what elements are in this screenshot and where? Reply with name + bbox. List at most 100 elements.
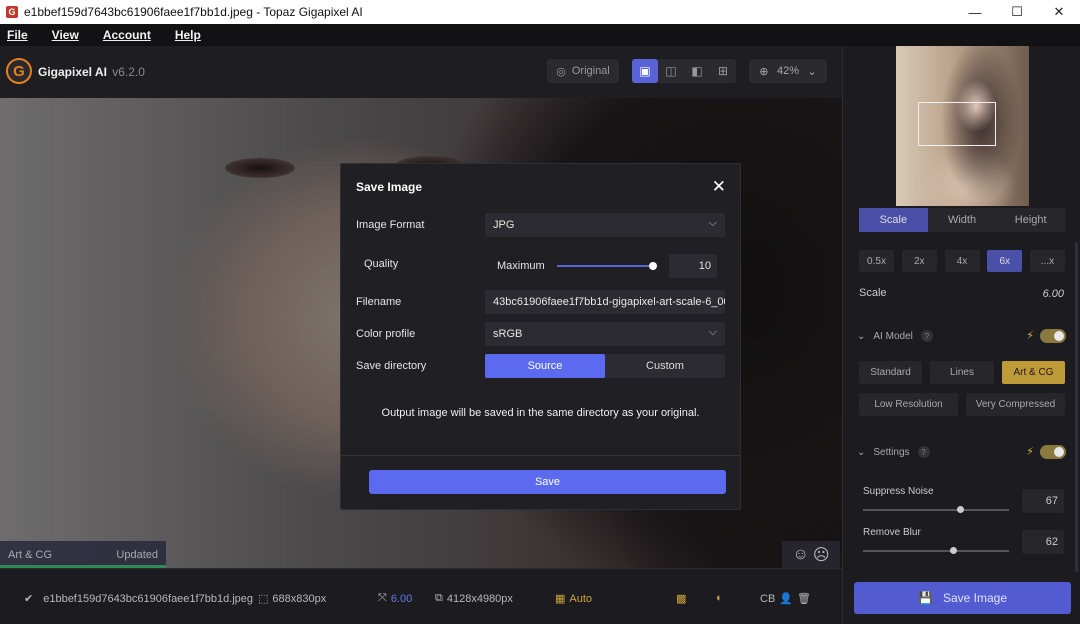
- chevron-down-icon: ⌵: [708, 217, 717, 229]
- tab-width[interactable]: Width: [928, 208, 997, 232]
- model-art-cg-button[interactable]: Art & CG: [1002, 361, 1065, 384]
- trash-icon[interactable]: 🗑: [797, 592, 811, 605]
- dialog-title: Save Image: [356, 180, 423, 194]
- close-window-button[interactable]: ✕: [1038, 0, 1080, 24]
- directory-toggle: Source Custom: [485, 354, 725, 378]
- save-image-dialog: Save Image ✕ Image Format JPG ⌵ Quality …: [340, 163, 741, 510]
- quality-label: Quality: [364, 258, 399, 270]
- save-image-button[interactable]: 💾 Save Image: [854, 582, 1071, 614]
- ai-model-header[interactable]: ⌄ AI Model ?: [857, 330, 933, 342]
- navigator-thumbnail[interactable]: [896, 46, 1029, 206]
- output-image-icon: ⧉: [435, 592, 443, 604]
- help-icon[interactable]: ?: [917, 446, 930, 458]
- tab-height[interactable]: Height: [996, 208, 1065, 232]
- color-icon-box[interactable]: ▩: [676, 592, 686, 605]
- auto-label: Auto: [569, 592, 593, 605]
- brand-version: v6.2.0: [112, 65, 145, 79]
- model-very-compressed-button[interactable]: Very Compressed: [966, 393, 1065, 416]
- window-title: e1bbef159d7643bc61906faee1f7bb1d.jpeg - …: [24, 5, 363, 19]
- remove-blur-slider[interactable]: [863, 547, 1009, 554]
- settings-panel: Scale Width Height 0.5x 2x 4x 6x ...x Sc…: [842, 46, 1080, 624]
- panel-scrollbar[interactable]: [1075, 242, 1078, 572]
- zoom-icon: ⊕: [759, 65, 769, 78]
- menu-help[interactable]: Help: [175, 28, 201, 42]
- grid-view-icon[interactable]: ⊞: [710, 59, 736, 83]
- filename-input[interactable]: 43bc61906faee1f7bb1d-gigapixel-art-scale…: [485, 290, 725, 314]
- toolbar: G Gigapixel AI v6.2.0 ◎ Original ▣ ◫ ◧ ⊞…: [0, 46, 842, 98]
- suppress-noise-input[interactable]: 67: [1022, 489, 1064, 513]
- scale-option-6x[interactable]: 6x: [987, 250, 1023, 272]
- save-button[interactable]: Save: [369, 470, 726, 494]
- scale-option-4x[interactable]: 4x: [944, 250, 980, 272]
- original-toggle-button[interactable]: ◎ Original: [547, 59, 619, 83]
- scale-option-2x[interactable]: 2x: [901, 250, 937, 272]
- single-view-icon[interactable]: ▣: [632, 59, 658, 83]
- directory-source-button[interactable]: Source: [485, 354, 605, 378]
- maximize-button[interactable]: ☐: [996, 0, 1038, 24]
- format-select[interactable]: JPG ⌵: [485, 213, 725, 237]
- menu-account[interactable]: Account: [103, 28, 151, 42]
- scale-option-custom[interactable]: ...x: [1030, 250, 1065, 272]
- original-label: Original: [571, 65, 610, 77]
- brand-title: Gigapixel AI v6.2.0: [38, 65, 145, 79]
- floppy-disk-icon: 💾: [918, 591, 933, 605]
- minimize-button[interactable]: —: [954, 0, 996, 24]
- model-low-resolution-button[interactable]: Low Resolution: [859, 393, 958, 416]
- contrast-icon-box[interactable]: ◐: [716, 592, 723, 604]
- cb-indicator[interactable]: CB 👤 🗑: [760, 592, 811, 606]
- help-icon[interactable]: ?: [920, 330, 933, 342]
- split-view-icon[interactable]: ◫: [658, 59, 684, 83]
- scale-indicator: ⤧ 6.00: [378, 592, 412, 605]
- side-by-side-view-icon[interactable]: ◧: [684, 59, 710, 83]
- menu-view[interactable]: View: [52, 28, 79, 42]
- format-label: Image Format: [356, 219, 425, 231]
- directory-custom-button[interactable]: Custom: [605, 354, 725, 378]
- crop-icon: ⬚: [258, 593, 269, 605]
- face-recovery-icon[interactable]: 👤: [779, 592, 793, 605]
- save-location-note: Output image will be saved in the same d…: [381, 407, 700, 419]
- chevron-down-icon: ⌄: [857, 446, 866, 458]
- scale-indicator-value: 6.00: [390, 592, 413, 605]
- tab-scale[interactable]: Scale: [859, 208, 928, 232]
- neutral-face-icon[interactable]: ☹: [813, 545, 830, 565]
- badge-updated: Updated: [116, 548, 158, 561]
- auto-indicator[interactable]: ▦ Auto: [555, 592, 593, 606]
- badge-model: Art & CG: [8, 548, 53, 561]
- settings-header[interactable]: ⌄ Settings ?: [857, 446, 930, 458]
- directory-label: Save directory: [356, 360, 427, 372]
- feedback-box: ☺ ☹: [782, 541, 840, 568]
- quality-input[interactable]: 10: [669, 254, 717, 278]
- scale-label: Scale: [859, 287, 887, 299]
- ai-model-toggle[interactable]: [1040, 329, 1066, 343]
- profile-value: sRGB: [493, 328, 523, 340]
- menu-bar: File View Account Help: [0, 24, 1080, 46]
- settings-toggle[interactable]: [1040, 445, 1066, 459]
- expand-icon: ⤧: [378, 592, 387, 604]
- zoom-control[interactable]: ⊕ 42% ⌄: [749, 59, 827, 83]
- model-standard-button[interactable]: Standard: [859, 361, 922, 384]
- navigator-viewport-frame[interactable]: [918, 102, 996, 146]
- quality-slider-handle[interactable]: [649, 262, 657, 270]
- quality-mode: Maximum: [497, 260, 545, 272]
- bolt-icon: ⚡: [1026, 330, 1034, 342]
- chevron-down-icon: ⌄: [857, 330, 866, 342]
- profile-label: Color profile: [356, 328, 416, 340]
- file-entry[interactable]: ✔ e1bbef159d7643bc61906faee1f7bb1d.jpeg: [24, 592, 253, 606]
- brand-name: Gigapixel AI: [38, 65, 107, 79]
- scale-option-0-5x[interactable]: 0.5x: [859, 250, 894, 272]
- close-icon[interactable]: ✕: [712, 177, 726, 197]
- view-mode-group: ▣ ◫ ◧ ⊞: [632, 59, 736, 83]
- remove-blur-handle[interactable]: [950, 547, 957, 554]
- model-lines-button[interactable]: Lines: [930, 361, 994, 384]
- smile-icon[interactable]: ☺: [792, 546, 808, 564]
- quality-slider[interactable]: [557, 262, 657, 270]
- save-image-label: Save Image: [942, 591, 1007, 605]
- suppress-noise-handle[interactable]: [957, 506, 964, 513]
- menu-file[interactable]: File: [7, 28, 28, 42]
- suppress-noise-label: Suppress Noise: [863, 486, 934, 497]
- app-logo-icon: G: [6, 6, 18, 18]
- bolt-icon: ⚡: [1026, 446, 1034, 458]
- suppress-noise-slider[interactable]: [863, 506, 1009, 513]
- remove-blur-input[interactable]: 62: [1022, 530, 1064, 554]
- profile-select[interactable]: sRGB ⌵: [485, 322, 725, 346]
